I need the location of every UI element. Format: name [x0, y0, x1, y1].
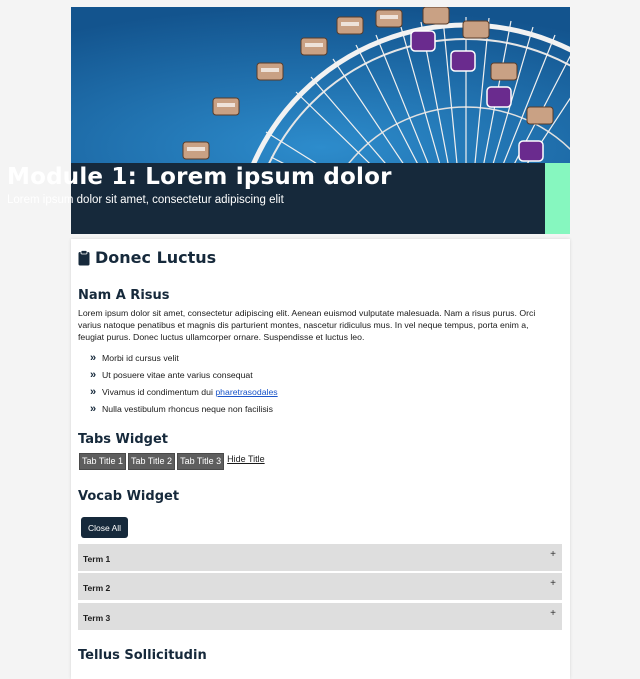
list-item: » Nulla vestibulum rhoncus neque non fac…: [90, 401, 278, 418]
list-item: » Ut posuere vitae ante varius consequat: [90, 367, 278, 384]
clipboard-icon: [78, 249, 90, 265]
nam-a-risus-heading: Nam A Risus: [78, 288, 170, 303]
double-chevron-right-icon: »: [90, 386, 97, 398]
hero-accent-bar: [545, 163, 570, 234]
ferris-wheel-photo: [71, 7, 570, 163]
tab-title-2[interactable]: Tab Title 2: [128, 453, 176, 470]
double-chevron-right-icon: »: [90, 369, 97, 381]
page: Module 1: Lorem ipsum dolor Lorem ipsum …: [0, 0, 640, 679]
section-title: Donec Luctus: [95, 248, 217, 267]
tabs-widget-heading: Tabs Widget: [78, 432, 168, 447]
term-label: Term 3: [83, 613, 111, 623]
vocab-widget-heading: Vocab Widget: [78, 489, 180, 504]
content-card: Donec Luctus Nam A Risus Lorem ipsum dol…: [71, 239, 570, 679]
section-header: Donec Luctus: [78, 248, 216, 267]
tab-title-3[interactable]: Tab Title 3: [177, 453, 225, 470]
ferris-wheel-illustration: [71, 7, 570, 163]
nam-a-risus-paragraph: Lorem ipsum dolor sit amet, consectetur …: [78, 308, 536, 342]
tellus-sollicitudin-heading: Tellus Sollicitudin: [78, 648, 207, 663]
double-chevron-right-icon: »: [90, 403, 97, 415]
double-chevron-right-icon: »: [90, 352, 97, 364]
hide-title-link[interactable]: Hide Title: [227, 453, 265, 465]
plus-icon: +: [550, 549, 556, 560]
list-item-text: Nulla vestibulum rhoncus neque non facil…: [102, 404, 273, 414]
close-all-button[interactable]: Close All: [81, 517, 128, 538]
bullet-list: » Morbi id cursus velit » Ut posuere vit…: [90, 350, 278, 418]
vocab-term-1[interactable]: Term 1 +: [78, 544, 562, 571]
list-item-text: Vivamus id condimentum dui pharetrasodal…: [102, 387, 278, 397]
list-item: » Vivamus id condimentum dui pharetrasod…: [90, 384, 278, 401]
vocab-term-3[interactable]: Term 3 +: [78, 603, 562, 630]
pharetrasodales-link[interactable]: pharetrasodales: [215, 387, 277, 397]
list-item: » Morbi id cursus velit: [90, 350, 278, 367]
list-item-text: Morbi id cursus velit: [102, 353, 179, 363]
vocab-term-2[interactable]: Term 2 +: [78, 573, 562, 600]
plus-icon: +: [550, 578, 556, 589]
term-label: Term 1: [83, 554, 111, 564]
tabs-widget: Tab Title 1 Tab Title 2 Tab Title 3 Hide…: [79, 453, 265, 470]
module-subtitle: Lorem ipsum dolor sit amet, consectetur …: [7, 194, 284, 206]
module-title: Module 1: Lorem ipsum dolor: [7, 164, 392, 190]
list-item-text: Ut posuere vitae ante varius consequat: [102, 370, 253, 380]
plus-icon: +: [550, 608, 556, 619]
term-label: Term 2: [83, 583, 111, 593]
tab-title-1[interactable]: Tab Title 1: [79, 453, 127, 470]
